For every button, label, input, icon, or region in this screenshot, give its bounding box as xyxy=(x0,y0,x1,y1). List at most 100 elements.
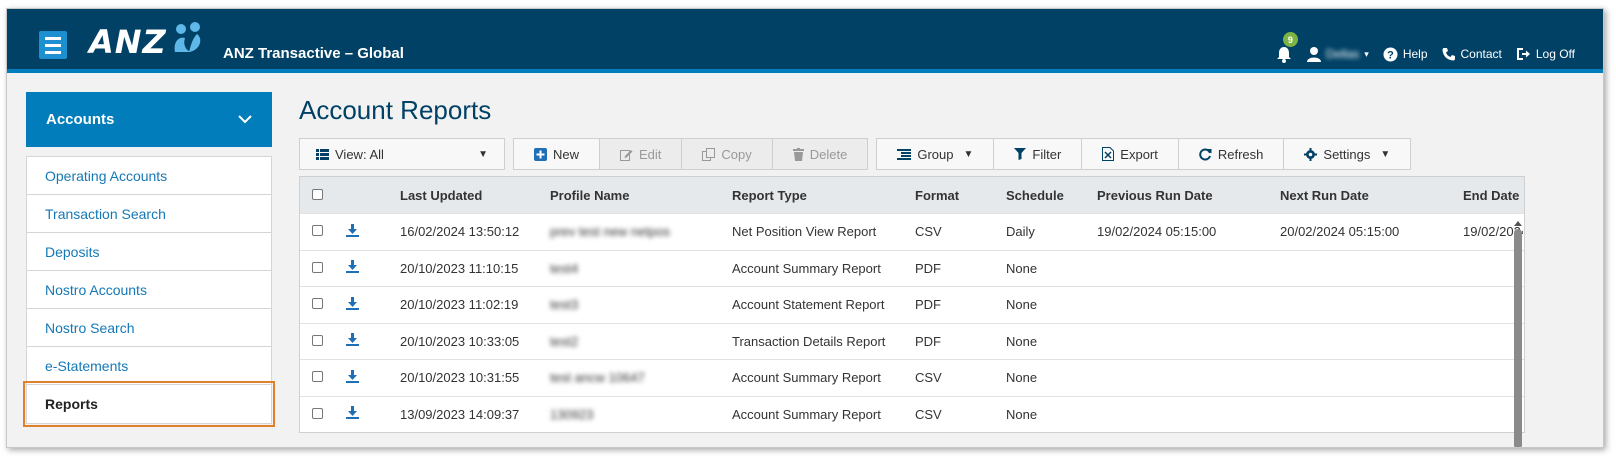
export-button[interactable]: Export xyxy=(1082,139,1179,169)
cell-next-run: 20/02/2024 05:15:00 xyxy=(1280,224,1400,240)
new-button[interactable]: New xyxy=(514,139,601,169)
cell-format: PDF xyxy=(915,333,941,349)
column-header[interactable]: Next Run Date xyxy=(1280,188,1463,203)
cell-profile-name: test3 xyxy=(550,297,579,313)
delete-button[interactable]: Delete xyxy=(772,139,868,169)
help-link[interactable]: ? Help xyxy=(1383,47,1428,62)
column-header[interactable]: End Date xyxy=(1463,188,1523,203)
column-header[interactable]: Previous Run Date xyxy=(1097,188,1280,203)
delete-label: Delete xyxy=(809,146,848,162)
column-header[interactable]: Report Type xyxy=(732,188,915,203)
group-icon xyxy=(897,148,912,160)
phone-icon xyxy=(1442,48,1455,61)
svg-text:?: ? xyxy=(1387,49,1394,61)
edit-icon xyxy=(620,149,633,161)
scroll-up-icon[interactable] xyxy=(1514,221,1522,226)
table-row[interactable]: 20/10/2023 11:10:15 test4 Account Summar… xyxy=(300,249,1524,287)
reports-grid: Last Updated Profile Name Report Type Fo… xyxy=(299,176,1525,447)
row-checkbox[interactable] xyxy=(312,298,323,310)
table-row[interactable]: 16/02/2024 13:50:12 prev test new netpos… xyxy=(300,213,1524,250)
top-bar: ANZ ANZ Transactive – Global 9 Dellas ▾ xyxy=(7,9,1603,73)
logo-text: ANZ xyxy=(89,23,167,61)
sidebar-item-operating-accounts[interactable]: Operating Accounts xyxy=(27,157,271,195)
cell-format: PDF xyxy=(915,297,941,313)
header-nav: 9 Dellas ▾ ? Help Contact Log Off xyxy=(1275,32,1575,63)
logoff-link[interactable]: Log Off xyxy=(1516,47,1575,61)
download-icon[interactable] xyxy=(346,260,359,274)
refresh-button[interactable]: Refresh xyxy=(1179,139,1285,169)
cell-previous-run: 19/02/2024 05:15:00 xyxy=(1097,224,1217,240)
table-row[interactable]: 20/10/2023 11:02:19 test3 Account Statem… xyxy=(300,286,1524,323)
copy-button[interactable]: Copy xyxy=(682,139,773,169)
help-icon: ? xyxy=(1383,47,1398,61)
table-row[interactable]: 20/10/2023 10:31:55 test ancw 10647 Acco… xyxy=(300,359,1524,396)
download-icon[interactable] xyxy=(346,223,359,237)
user-icon xyxy=(1306,47,1321,62)
download-icon[interactable] xyxy=(346,406,359,420)
scrollbar-thumb[interactable] xyxy=(1514,229,1522,447)
download-icon[interactable] xyxy=(346,296,359,310)
excel-file-icon xyxy=(1102,147,1115,161)
row-checkbox[interactable] xyxy=(312,407,323,419)
notifications-button[interactable]: 9 xyxy=(1275,32,1298,63)
row-checkbox[interactable] xyxy=(312,261,323,273)
column-header[interactable]: Schedule xyxy=(1006,188,1097,203)
cell-last-updated: 20/10/2023 11:02:19 xyxy=(400,297,519,313)
app-title: ANZ Transactive – Global xyxy=(223,45,404,62)
cell-report-type: Net Position View Report xyxy=(732,224,877,240)
grid-actions-group: Group ▼ Filter Export Refresh Settings ▼ xyxy=(876,138,1412,170)
row-checkbox[interactable] xyxy=(312,225,323,237)
notification-badge: 9 xyxy=(1282,32,1298,47)
contact-label: Contact xyxy=(1460,47,1502,61)
bell-icon xyxy=(1276,47,1291,63)
settings-button[interactable]: Settings ▼ xyxy=(1284,139,1410,169)
contact-link[interactable]: Contact xyxy=(1442,47,1502,61)
list-icon xyxy=(316,148,329,160)
row-checkbox[interactable] xyxy=(312,371,323,383)
column-header[interactable]: Last Updated xyxy=(400,188,550,203)
download-icon[interactable] xyxy=(346,333,359,347)
column-header[interactable]: Profile Name xyxy=(550,188,732,203)
user-name: Dellas xyxy=(1325,47,1360,61)
caret-down-icon: ▼ xyxy=(963,148,974,160)
row-checkbox[interactable] xyxy=(312,334,323,346)
select-all-checkbox[interactable] xyxy=(312,188,323,200)
edit-button[interactable]: Edit xyxy=(600,139,683,169)
user-menu[interactable]: Dellas ▾ xyxy=(1306,46,1369,62)
chevron-down-icon xyxy=(238,115,252,124)
trash-icon xyxy=(792,147,804,161)
grid-scrollbar[interactable] xyxy=(1514,221,1522,447)
cell-last-updated: 20/10/2023 11:10:15 xyxy=(400,260,519,276)
cell-last-updated: 20/10/2023 10:31:55 xyxy=(400,370,520,386)
filter-button[interactable]: Filter xyxy=(994,139,1083,169)
table-row[interactable]: 20/10/2023 10:33:05 test2 Transaction De… xyxy=(300,322,1524,360)
record-actions-group: New Edit Copy Delete xyxy=(513,138,869,170)
refresh-icon xyxy=(1199,148,1212,160)
table-row[interactable]: 13/09/2023 14:09:37 130923 Account Summa… xyxy=(300,395,1524,433)
sidebar-item-nostro-accounts[interactable]: Nostro Accounts xyxy=(27,271,271,309)
cell-profile-name: prev test new netpos xyxy=(550,224,670,240)
sidebar-item-reports[interactable]: Reports xyxy=(23,381,275,427)
accounts-section-title: Accounts xyxy=(46,111,115,128)
sidebar: Accounts Operating Accounts Transaction … xyxy=(23,92,275,427)
sidebar-item-deposits[interactable]: Deposits xyxy=(27,233,271,271)
caret-down-icon: ▼ xyxy=(478,148,488,160)
cell-schedule: None xyxy=(1006,297,1038,313)
sidebar-item-nostro-search[interactable]: Nostro Search xyxy=(27,309,271,347)
grid-header: Last Updated Profile Name Report Type Fo… xyxy=(300,177,1524,213)
column-header[interactable]: Format xyxy=(915,188,1006,203)
menu-icon[interactable] xyxy=(39,31,67,59)
cell-last-updated: 13/09/2023 14:09:37 xyxy=(400,406,520,422)
cell-format: PDF xyxy=(915,260,941,276)
view-select[interactable]: View: All ▼ xyxy=(300,139,504,169)
help-label: Help xyxy=(1402,47,1428,61)
cell-schedule: None xyxy=(1006,333,1038,349)
sidebar-item-e-statements[interactable]: e-Statements xyxy=(27,347,271,385)
accounts-section-header[interactable]: Accounts xyxy=(26,92,272,147)
sidebar-menu: Operating Accounts Transaction Search De… xyxy=(23,156,275,427)
group-button[interactable]: Group ▼ xyxy=(877,139,995,169)
plus-icon xyxy=(534,147,547,161)
sidebar-item-transaction-search[interactable]: Transaction Search xyxy=(27,195,271,233)
group-label: Group xyxy=(917,146,954,162)
download-icon[interactable] xyxy=(346,369,359,383)
